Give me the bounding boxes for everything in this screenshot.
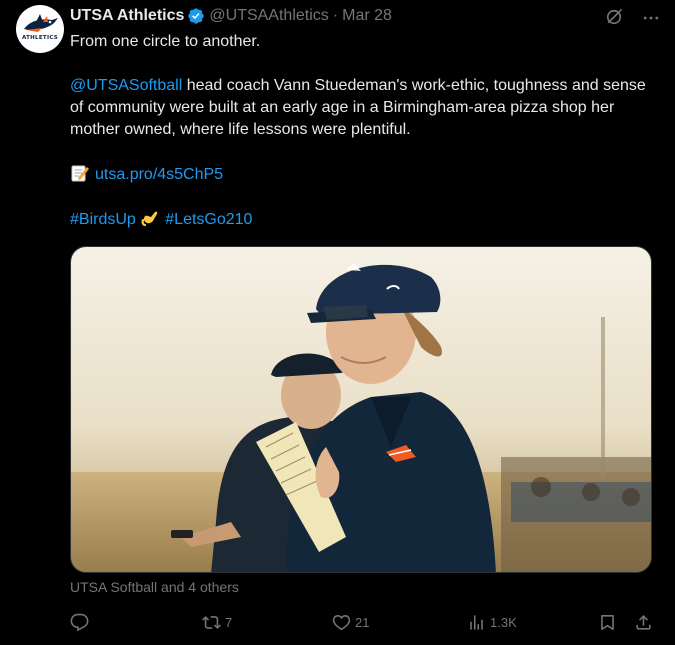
- separator: ·: [332, 7, 339, 24]
- retweet-count: 7: [225, 614, 233, 630]
- views-count: 1.3K: [490, 614, 517, 630]
- retweet-button[interactable]: 7: [202, 610, 232, 634]
- views-chart-icon: [470, 614, 483, 630]
- views-button[interactable]: 1.3K: [467, 610, 517, 634]
- hashtag-line: #BirdsUp #LetsGo210: [70, 208, 660, 231]
- mention-link[interactable]: @UTSASoftball: [70, 77, 182, 94]
- bookmark-button[interactable]: [598, 610, 621, 634]
- avatar[interactable]: ATHLETICS: [16, 5, 64, 53]
- article-link[interactable]: utsa.pro/4s5ChP5: [95, 166, 223, 183]
- tweet-photo[interactable]: [70, 246, 652, 573]
- tweet-text: From one circle to another. @UTSASoftbal…: [70, 31, 660, 231]
- hashtag-birdsup[interactable]: #BirdsUp: [70, 211, 136, 228]
- like-count: 21: [355, 614, 370, 630]
- like-button[interactable]: 21: [332, 610, 369, 634]
- call-me-hand-emoji-icon: [141, 211, 158, 227]
- avatar-text: ATHLETICS: [21, 35, 59, 41]
- memo-emoji-icon: [71, 165, 89, 182]
- verified-badge-icon: [188, 8, 205, 24]
- hashtag-letsgo210[interactable]: #LetsGo210: [165, 211, 252, 228]
- share-icon: [636, 614, 651, 630]
- text-line-1: From one circle to another.: [70, 33, 261, 50]
- more-icon[interactable]: [641, 8, 661, 28]
- share-button[interactable]: [634, 610, 657, 634]
- author-handle[interactable]: @UTSAAthletics: [209, 7, 328, 25]
- heart-icon: [332, 614, 351, 630]
- tweet[interactable]: ATHLETICS UTSA Athletics @UTSAAthletics …: [0, 0, 675, 645]
- roadrunner-logo-icon: [24, 14, 58, 32]
- link-line: utsa.pro/4s5ChP5: [70, 163, 660, 186]
- softball-coach-photo: [71, 247, 651, 572]
- author-name[interactable]: UTSA Athletics: [70, 7, 184, 25]
- bookmark-icon: [601, 614, 614, 630]
- reply-icon: [70, 613, 89, 631]
- tweet-header: UTSA Athletics @UTSAAthletics · Mar 28: [70, 6, 392, 26]
- retweet-icon: [202, 615, 221, 629]
- tweet-date[interactable]: Mar 28: [342, 7, 392, 25]
- text-paragraph: @UTSASoftball head coach Vann Stuedeman'…: [70, 75, 660, 141]
- grok-icon[interactable]: [604, 7, 624, 27]
- action-bar: 7 21 1.3K: [70, 610, 660, 634]
- reply-button[interactable]: [70, 610, 93, 634]
- tagged-users[interactable]: UTSA Softball and 4 others: [70, 579, 239, 595]
